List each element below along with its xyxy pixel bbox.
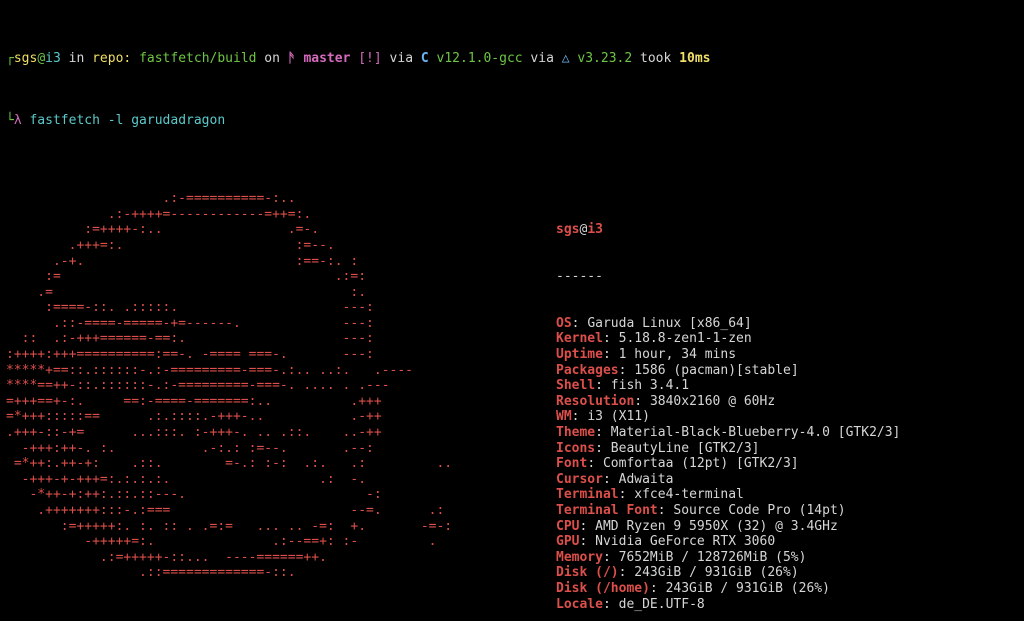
info-row: GPU: Nvidia GeForce RTX 3060 bbox=[556, 534, 900, 550]
info-label: Resolution bbox=[556, 394, 634, 409]
info-label: Terminal bbox=[556, 487, 619, 502]
info-label: Cursor bbox=[556, 472, 603, 487]
branch-glyph-icon: ᚫ bbox=[288, 51, 304, 66]
info-row: CPU: AMD Ryzen 9 5950X (32) @ 3.4GHz bbox=[556, 519, 900, 535]
info-row: Theme: Material-Black-Blueberry-4.0 [GTK… bbox=[556, 425, 900, 441]
info-value: 7652MiB / 128726MiB (5%) bbox=[619, 550, 807, 565]
info-row: Shell: fish 3.4.1 bbox=[556, 378, 900, 394]
info-value: 1 hour, 34 mins bbox=[619, 347, 736, 362]
info-row: Packages: 1586 (pacman)[stable] bbox=[556, 363, 900, 379]
info-row: Icons: BeautyLine [GTK2/3] bbox=[556, 441, 900, 457]
info-label: Disk (/home) bbox=[556, 581, 650, 596]
info-label: Theme bbox=[556, 425, 595, 440]
info-value: fish 3.4.1 bbox=[611, 378, 689, 393]
info-label: Packages bbox=[556, 363, 619, 378]
info-value: 5.18.8-zen1-1-zen bbox=[619, 331, 752, 346]
info-value: i3 (X11) bbox=[587, 409, 650, 424]
info-separator: ------ bbox=[556, 269, 900, 285]
lambda-icon: λ bbox=[14, 113, 30, 128]
info-value: BeautyLine [GTK2/3] bbox=[611, 441, 760, 456]
info-value: Comfortaa (12pt) [GTK2/3] bbox=[603, 456, 799, 471]
info-label: Shell bbox=[556, 378, 595, 393]
info-row: Resolution: 3840x2160 @ 60Hz bbox=[556, 394, 900, 410]
info-value: AMD Ryzen 9 5950X (32) @ 3.4GHz bbox=[595, 519, 838, 534]
info-value: 243GiB / 931GiB (26%) bbox=[666, 581, 830, 596]
info-value: 1586 (pacman)[stable] bbox=[634, 363, 798, 378]
info-label: CPU bbox=[556, 519, 579, 534]
info-row: Font: Comfortaa (12pt) [GTK2/3] bbox=[556, 456, 900, 472]
info-label: WM bbox=[556, 409, 572, 424]
info-label: Uptime bbox=[556, 347, 603, 362]
info-value: Material-Black-Blueberry-4.0 [GTK2/3] bbox=[611, 425, 901, 440]
info-row: Locale: de_DE.UTF-8 bbox=[556, 597, 900, 613]
triangle-icon: △ bbox=[562, 51, 578, 66]
prompt-user: sgs bbox=[14, 51, 37, 66]
info-value: 243GiB / 931GiB (26%) bbox=[634, 565, 798, 580]
info-row: WM: i3 (X11) bbox=[556, 409, 900, 425]
prompt-time: 10ms bbox=[679, 51, 710, 66]
info-value: Adwaita bbox=[619, 472, 674, 487]
info-label: Disk (/) bbox=[556, 565, 619, 580]
info-row: Disk (/): 243GiB / 931GiB (26%) bbox=[556, 565, 900, 581]
info-title: sgs@i3 bbox=[556, 222, 900, 238]
prompt-repo: fastfetch/build bbox=[139, 51, 256, 66]
info-row: Cursor: Adwaita bbox=[556, 472, 900, 488]
prompt-host: i3 bbox=[45, 51, 61, 66]
info-label: Memory bbox=[556, 550, 603, 565]
cmake-version: v3.23.2 bbox=[577, 51, 632, 66]
prompt-line-2[interactable]: └λ fastfetch -l garudadragon bbox=[6, 113, 1018, 129]
info-row: Uptime: 1 hour, 34 mins bbox=[556, 347, 900, 363]
info-label: GPU bbox=[556, 534, 579, 549]
info-value: xfce4-terminal bbox=[634, 487, 744, 502]
c-version: v12.1.0-gcc bbox=[437, 51, 523, 66]
command: fastfetch -l garudadragon bbox=[29, 113, 225, 128]
info-label: Locale bbox=[556, 597, 603, 612]
prompt-branch: master bbox=[303, 51, 350, 66]
info-label: Kernel bbox=[556, 331, 603, 346]
info-label: Font bbox=[556, 456, 587, 471]
info-row: Disk (/home): 243GiB / 931GiB (26%) bbox=[556, 581, 900, 597]
info-label: Terminal Font bbox=[556, 503, 658, 518]
info-value: Nvidia GeForce RTX 3060 bbox=[595, 534, 775, 549]
info-row: OS: Garuda Linux [x86_64] bbox=[556, 316, 900, 332]
info-label: OS bbox=[556, 316, 572, 331]
prompt-line-1: ┌sgs@i3 in repo: fastfetch/build on ᚫ ma… bbox=[6, 51, 1018, 67]
info-row: Terminal: xfce4-terminal bbox=[556, 487, 900, 503]
info-row: Terminal Font: Source Code Pro (14pt) bbox=[556, 503, 900, 519]
info-row: Memory: 7652MiB / 128726MiB (5%) bbox=[556, 550, 900, 566]
info-value: Garuda Linux [x86_64] bbox=[587, 316, 751, 331]
info-label: Icons bbox=[556, 441, 595, 456]
bracket-glyph: ┌ bbox=[6, 51, 14, 66]
info-row: Kernel: 5.18.8-zen1-1-zen bbox=[556, 331, 900, 347]
ascii-logo: .:-==========-:.. .:-++++=------------=+… bbox=[6, 191, 556, 581]
info-value: Source Code Pro (14pt) bbox=[673, 503, 845, 518]
system-info: sgs@i3 ------ OS: Garuda Linux [x86_64]K… bbox=[556, 191, 900, 621]
info-value: de_DE.UTF-8 bbox=[619, 597, 705, 612]
info-value: 3840x2160 @ 60Hz bbox=[650, 394, 775, 409]
c-icon: C bbox=[421, 51, 437, 66]
